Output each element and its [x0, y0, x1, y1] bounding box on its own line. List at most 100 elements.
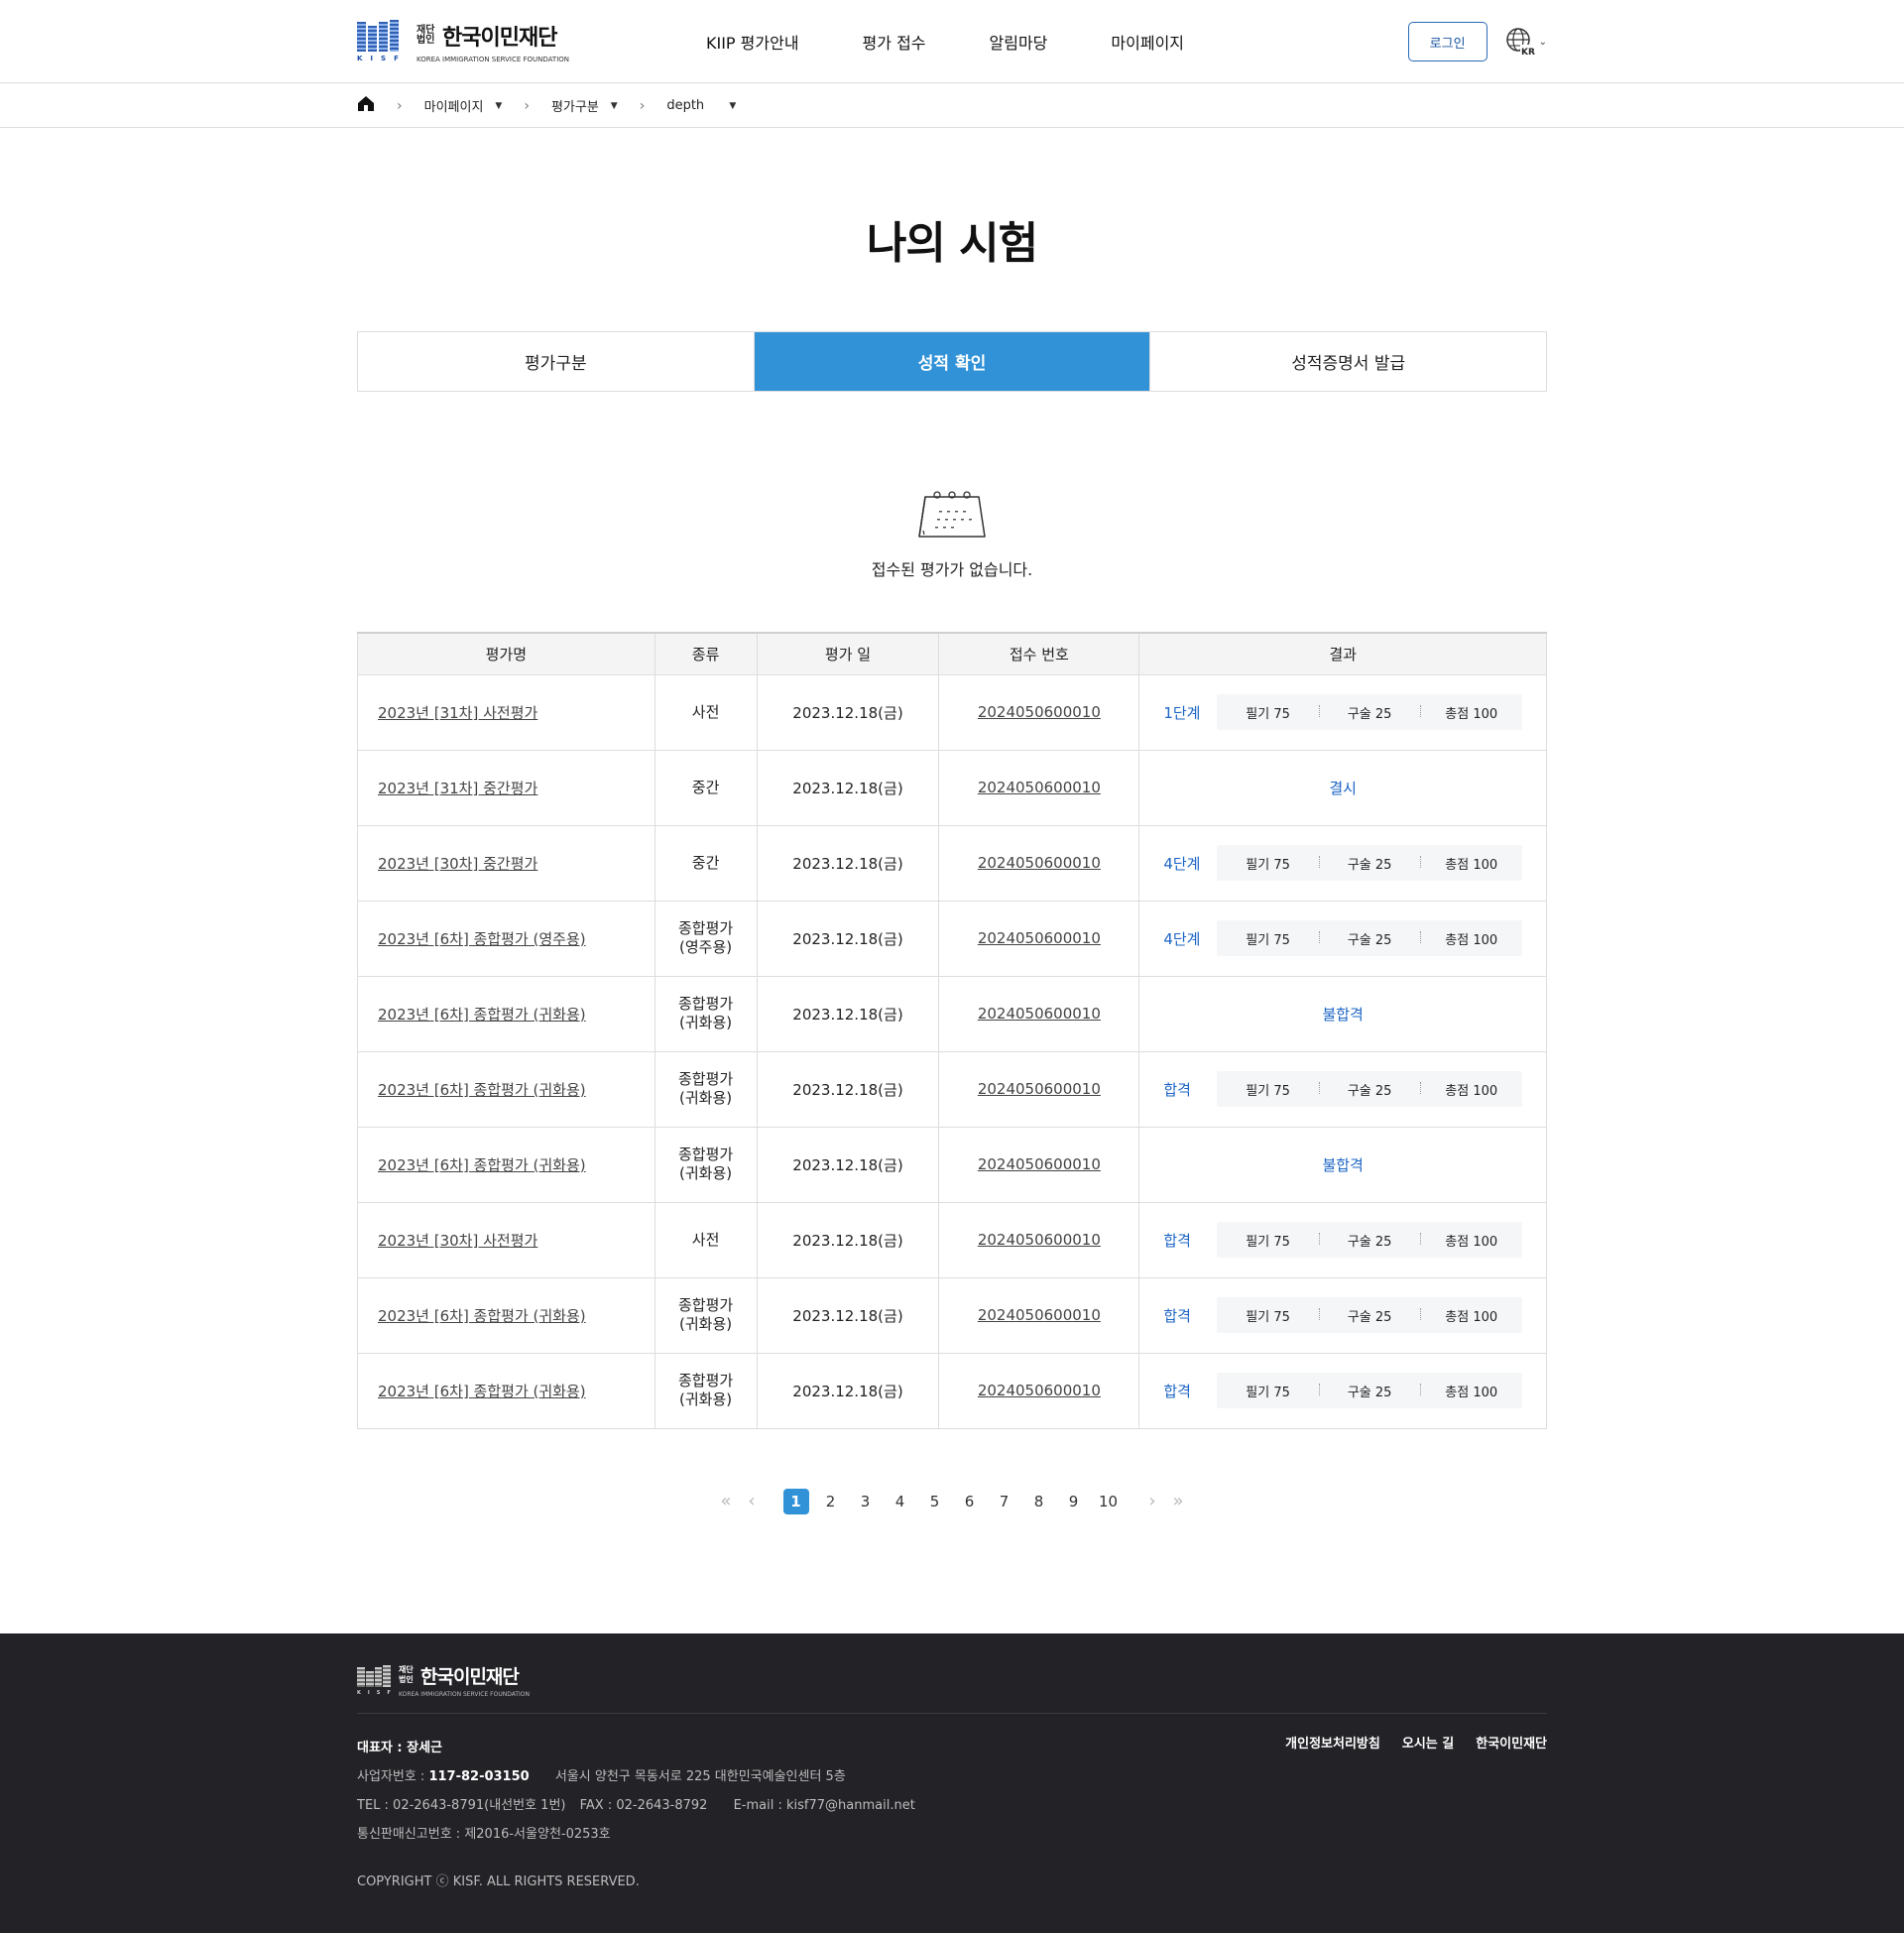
page-number[interactable]: 5	[917, 1493, 952, 1510]
result-status: 결시	[1329, 779, 1357, 797]
exam-type-cell: 중간	[654, 824, 758, 902]
page-number[interactable]: 3	[848, 1493, 883, 1510]
score-box: 필기 75 구술 25 총점 100	[1217, 694, 1522, 730]
score-box: 필기 75 구술 25 총점 100	[1217, 1222, 1522, 1258]
receipt-number-link[interactable]: 2024050600010	[978, 1005, 1101, 1023]
footer-biz-number: 117-82-03150	[428, 1768, 530, 1784]
score-item: 필기 75	[1246, 1385, 1290, 1400]
score-box: 필기 75 구술 25 총점 100	[1217, 1071, 1522, 1107]
next-page-icon[interactable]: ›	[1139, 1491, 1165, 1511]
receipt-number-link[interactable]: 2024050600010	[978, 1382, 1101, 1399]
nav-item-kiip-guide[interactable]: KIIP 평가안내	[706, 30, 799, 54]
exam-type-cell: 종합평가 (귀화용)	[654, 1276, 758, 1354]
pagination: « ‹ 1 2 3 4 5 6 7 8 9 10 › »	[0, 1488, 1904, 1514]
language-selector[interactable]: KR ⌄	[1505, 27, 1547, 57]
globe-icon: KR	[1505, 28, 1535, 57]
tab-category[interactable]: 평가구분	[358, 332, 755, 391]
score-item: 구술 25	[1318, 1080, 1421, 1099]
column-header-result: 결과	[1138, 632, 1547, 675]
login-button[interactable]: 로그인	[1407, 22, 1488, 61]
page-number[interactable]: 9	[1056, 1493, 1091, 1510]
page-number[interactable]: 7	[987, 1493, 1021, 1510]
receipt-number-link[interactable]: 2024050600010	[978, 703, 1101, 721]
footer-logo[interactable]: KISF 재단 법인 한국이민재단 KOREA IMMIGRATION SERV…	[357, 1663, 1547, 1698]
first-page-icon[interactable]: «	[713, 1491, 739, 1511]
type-line: (귀화용)	[679, 1390, 733, 1408]
page-number[interactable]: 2	[813, 1493, 848, 1510]
exam-name-cell: 2023년 [30차] 사전평가	[357, 1201, 655, 1278]
exam-name-link[interactable]: 2023년 [30차] 중간평가	[378, 855, 537, 873]
exam-name-link[interactable]: 2023년 [6차] 종합평가 (영주용)	[378, 930, 586, 948]
exam-name-cell: 2023년 [6차] 종합평가 (귀화용)	[357, 1126, 655, 1203]
result-status: 합격	[1163, 1306, 1191, 1325]
exam-type-cell: 종합평가 (귀화용)	[654, 1126, 758, 1203]
logo-kisf: KISF	[357, 55, 407, 62]
page-number[interactable]: 1	[778, 1488, 813, 1514]
nav-item-notice[interactable]: 알림마당	[990, 30, 1048, 54]
receipt-cell: 2024050600010	[938, 824, 1140, 902]
tab-certificate[interactable]: 성적증명서 발급	[1150, 332, 1546, 391]
exam-type-cell: 중간	[654, 749, 758, 826]
receipt-number-link[interactable]: 2024050600010	[978, 779, 1101, 796]
exam-name-link[interactable]: 2023년 [30차] 사전평가	[378, 1232, 537, 1250]
receipt-number-link[interactable]: 2024050600010	[978, 1231, 1101, 1249]
logo-mark: KISF	[357, 20, 403, 63]
exam-name-link[interactable]: 2023년 [6차] 종합평가 (귀화용)	[378, 1006, 586, 1024]
site-footer: KISF 재단 법인 한국이민재단 KOREA IMMIGRATION SERV…	[0, 1632, 1904, 1933]
prev-page-icon[interactable]: ‹	[739, 1491, 765, 1511]
score-item: 구술 25	[1318, 929, 1421, 948]
footer-address: 서울시 양천구 목동서로 225 대한민국예술인센터 5층	[554, 1768, 846, 1784]
result-status: 합격	[1163, 1382, 1191, 1400]
receipt-number-link[interactable]: 2024050600010	[978, 1306, 1101, 1324]
result-status: 4단계	[1163, 854, 1201, 873]
breadcrumb-item-mypage[interactable]: 마이페이지 ▼	[424, 96, 503, 115]
result-cell: 불합격	[1138, 1126, 1547, 1203]
footer-divider	[357, 1712, 1547, 1714]
type-line: (귀화용)	[679, 1089, 733, 1107]
tab-score-check[interactable]: 성적 확인	[754, 332, 1151, 391]
exam-name-link[interactable]: 2023년 [31차] 중간평가	[378, 780, 537, 797]
receipt-number-link[interactable]: 2024050600010	[978, 929, 1101, 947]
table-header-row: 평가명 종류 평가 일 접수 번호 결과	[357, 632, 1547, 675]
site-logo[interactable]: KISF 재단 법인 한국이민재단 KOREA IMMIGRATION SERV…	[357, 20, 569, 63]
receipt-number-link[interactable]: 2024050600010	[978, 1155, 1101, 1173]
exam-name-link[interactable]: 2023년 [6차] 종합평가 (귀화용)	[378, 1307, 586, 1325]
type-line: 종합평가	[677, 1070, 734, 1088]
result-cell: 합격 필기 75 구술 25 총점 100	[1138, 1050, 1547, 1128]
calendar-icon	[918, 491, 986, 538]
footer-link-privacy[interactable]: 개인정보처리방침	[1285, 1733, 1380, 1752]
exam-name-link[interactable]: 2023년 [6차] 종합평가 (귀화용)	[378, 1156, 586, 1174]
type-line: 사전	[691, 1230, 720, 1249]
caret-down-icon: ▼	[610, 100, 618, 111]
score-box: 필기 75 구술 25 총점 100	[1217, 1297, 1522, 1333]
exam-type-cell: 종합평가 (귀화용)	[654, 975, 758, 1052]
breadcrumb-item-depth[interactable]: depth ▼	[666, 98, 736, 113]
breadcrumb-label: 마이페이지	[423, 100, 484, 115]
footer-logo-kisf: KISF	[357, 1689, 398, 1696]
result-cell: 4단계 필기 75 구술 25 총점 100	[1138, 824, 1547, 902]
page-number[interactable]: 8	[1021, 1493, 1056, 1510]
receipt-cell: 2024050600010	[938, 975, 1140, 1052]
empty-message: 접수된 평가가 없습니다.	[871, 560, 1033, 579]
nav-item-mypage[interactable]: 마이페이지	[1111, 30, 1184, 54]
exam-name-cell: 2023년 [6차] 종합평가 (영주용)	[357, 900, 655, 977]
exam-name-link[interactable]: 2023년 [6차] 종합평가 (귀화용)	[378, 1383, 586, 1400]
last-page-icon[interactable]: »	[1165, 1491, 1191, 1511]
exam-name-link[interactable]: 2023년 [31차] 사전평가	[378, 704, 537, 722]
nav-item-application[interactable]: 평가 접수	[863, 30, 926, 54]
exam-date-cell: 2023.12.18(금)	[756, 1126, 940, 1203]
exam-name-link[interactable]: 2023년 [6차] 종합평가 (귀화용)	[378, 1081, 586, 1099]
footer-fax: FAX : 02-2643-8792	[579, 1797, 708, 1813]
page-number[interactable]: 6	[952, 1493, 987, 1510]
footer-link-foundation[interactable]: 한국이민재단	[1476, 1733, 1547, 1752]
type-line: (귀화용)	[679, 1315, 733, 1333]
receipt-number-link[interactable]: 2024050600010	[978, 1080, 1101, 1098]
page-number[interactable]: 4	[883, 1493, 917, 1510]
receipt-number-link[interactable]: 2024050600010	[978, 854, 1101, 872]
score-item: 구술 25	[1318, 854, 1421, 873]
home-icon[interactable]	[357, 95, 375, 116]
page-number[interactable]: 10	[1091, 1493, 1126, 1510]
footer-link-directions[interactable]: 오시는 길	[1402, 1733, 1454, 1752]
breadcrumb-item-category[interactable]: 평가구분 ▼	[551, 96, 618, 115]
exam-date-cell: 2023.12.18(금)	[756, 1276, 940, 1354]
